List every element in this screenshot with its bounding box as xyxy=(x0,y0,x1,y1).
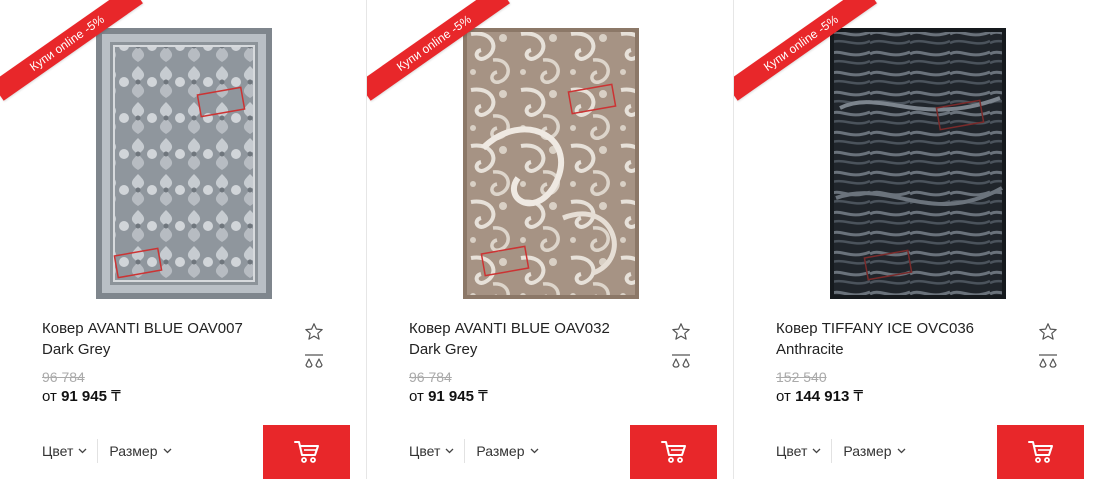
product-title[interactable]: Ковер TIFFANY ICE OVC036 Anthracite xyxy=(776,318,1006,360)
product-title[interactable]: Ковер AVANTI BLUE OAV007 Dark Grey xyxy=(42,318,272,360)
color-label: Цвет xyxy=(42,443,74,459)
current-price: от 144 913 ₸ xyxy=(776,387,863,405)
product-options: Цвет Размер xyxy=(409,439,539,463)
product-card[interactable]: Купи online -5% Ковер TIFFANY ICE OVC036… xyxy=(734,0,1100,479)
chevron-down-icon xyxy=(445,448,454,454)
color-label: Цвет xyxy=(776,443,808,459)
color-dropdown[interactable]: Цвет xyxy=(776,443,821,459)
options-divider xyxy=(831,439,833,463)
size-label: Размер xyxy=(109,443,158,459)
size-label: Размер xyxy=(476,443,525,459)
product-image[interactable] xyxy=(463,28,639,299)
cart-icon xyxy=(1027,441,1053,463)
cart-icon xyxy=(660,441,686,463)
compare-scales-icon[interactable] xyxy=(1037,352,1059,372)
currency-symbol: ₸ xyxy=(478,388,488,405)
product-options: Цвет Размер xyxy=(776,439,906,463)
product-card[interactable]: Купи online -5% Ковер AVANTI BLUE OAV032… xyxy=(367,0,733,479)
card-divider xyxy=(733,0,734,479)
chevron-down-icon xyxy=(163,448,171,454)
options-divider xyxy=(464,439,466,463)
rug-grey-damask-image xyxy=(96,28,272,299)
old-price: 96 784 xyxy=(409,369,452,385)
size-dropdown[interactable]: Размер xyxy=(843,443,905,459)
price-prefix: от xyxy=(42,388,57,405)
star-icon[interactable] xyxy=(671,322,691,342)
product-image[interactable] xyxy=(830,28,1006,299)
old-price: 152 540 xyxy=(776,369,827,385)
size-dropdown[interactable]: Размер xyxy=(476,443,538,459)
star-icon[interactable] xyxy=(304,322,324,342)
chevron-down-icon xyxy=(812,448,821,454)
color-dropdown[interactable]: Цвет xyxy=(409,443,454,459)
options-divider xyxy=(97,439,99,463)
size-label: Размер xyxy=(843,443,892,459)
product-title[interactable]: Ковер AVANTI BLUE OAV032 Dark Grey xyxy=(409,318,639,360)
price-value: 91 945 xyxy=(61,388,107,405)
old-price: 96 784 xyxy=(42,369,85,385)
compare-scales-icon[interactable] xyxy=(303,352,325,372)
rug-beige-paisley-image xyxy=(463,28,639,299)
chevron-down-icon xyxy=(897,448,905,454)
color-dropdown[interactable]: Цвет xyxy=(42,443,87,459)
size-dropdown[interactable]: Размер xyxy=(109,443,171,459)
cart-icon xyxy=(293,441,319,463)
product-grid: Купи online -5% Ковер AVANTI BLUE OAV007… xyxy=(0,0,1100,479)
chevron-down-icon xyxy=(78,448,87,454)
color-label: Цвет xyxy=(409,443,441,459)
product-card[interactable]: Купи online -5% Ковер AVANTI BLUE OAV007… xyxy=(0,0,366,479)
star-icon[interactable] xyxy=(1038,322,1058,342)
price-value: 144 913 xyxy=(795,388,850,405)
currency-symbol: ₸ xyxy=(111,388,121,405)
current-price: от 91 945 ₸ xyxy=(42,387,121,405)
price-prefix: от xyxy=(409,388,424,405)
compare-scales-icon[interactable] xyxy=(670,352,692,372)
add-to-cart-button[interactable] xyxy=(630,425,717,479)
add-to-cart-button[interactable] xyxy=(997,425,1084,479)
chevron-down-icon xyxy=(530,448,538,454)
rug-anthracite-zebra-image xyxy=(830,28,1006,299)
current-price: от 91 945 ₸ xyxy=(409,387,488,405)
price-prefix: от xyxy=(776,388,791,405)
price-value: 91 945 xyxy=(428,388,474,405)
currency-symbol: ₸ xyxy=(853,388,864,405)
card-divider xyxy=(366,0,367,479)
add-to-cart-button[interactable] xyxy=(263,425,350,479)
product-options: Цвет Размер xyxy=(42,439,172,463)
product-image[interactable] xyxy=(96,28,272,299)
